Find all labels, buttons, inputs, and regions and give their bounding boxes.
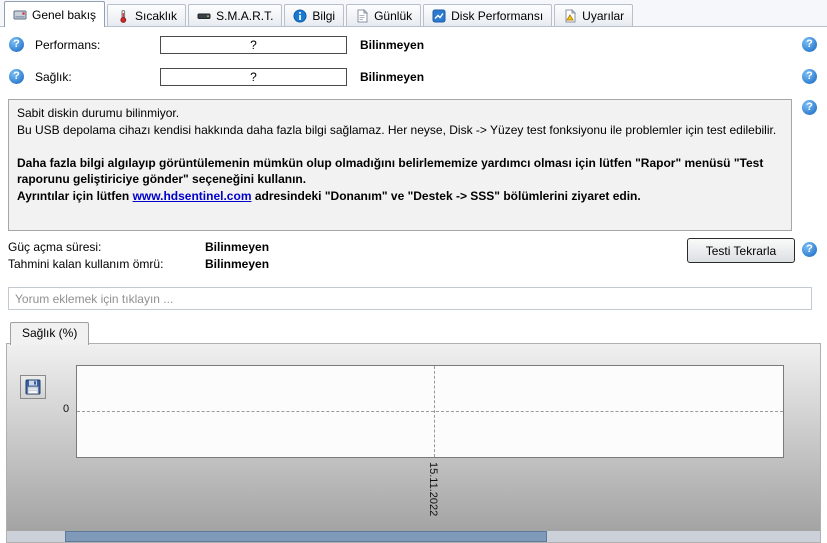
save-icon: [25, 379, 41, 395]
help-icon-performance-right[interactable]: ?: [802, 37, 817, 52]
hd-sentinel-overview-page: Genel bakış Sıcaklık S.M.A.R.T. Bilgi Gü…: [0, 0, 827, 543]
help-icon-health[interactable]: ?: [9, 69, 24, 84]
tab-health-percent[interactable]: Sağlık (%): [10, 322, 90, 345]
hdsentinel-link[interactable]: www.hdsentinel.com: [133, 189, 252, 203]
help-icon-info-box[interactable]: ?: [802, 100, 817, 115]
tab-smart[interactable]: S.M.A.R.T.: [188, 4, 283, 26]
tab-alerts[interactable]: Uyarılar: [554, 4, 634, 26]
x-axis-tick-date: 15.11.2022: [427, 462, 439, 517]
retest-button[interactable]: Testi Tekrarla: [687, 238, 795, 263]
health-chart: 0 15.11.2022: [6, 343, 821, 543]
tab-disk-performance-label: Disk Performansı: [451, 8, 544, 23]
thermometer-icon: [116, 9, 130, 23]
performance-chart-icon: [432, 9, 446, 23]
tab-bar: Genel bakış Sıcaklık S.M.A.R.T. Bilgi Gü…: [0, 0, 827, 27]
health-status: Bilinmeyen: [360, 70, 425, 84]
tab-overview-label: Genel bakış: [32, 7, 97, 22]
disk-status-info-box: Sabit diskin durumu bilinmiyor. Bu USB d…: [8, 99, 792, 231]
power-on-time-label: Güç açma süresi:: [8, 240, 102, 254]
info-line-2: Bu USB depolama cihazı kendisi hakkında …: [17, 122, 777, 137]
help-icon-health-right[interactable]: ?: [802, 69, 817, 84]
chart-scrollbar[interactable]: [7, 531, 820, 542]
performance-label: Performans:: [35, 38, 101, 52]
tab-information-label: Bilgi: [312, 8, 336, 23]
power-on-time-value: Bilinmeyen: [205, 240, 270, 254]
remaining-lifetime-value: Bilinmeyen: [205, 257, 270, 271]
smart-drive-icon: [197, 9, 211, 23]
performance-value-field[interactable]: ?: [160, 36, 347, 54]
tab-smart-label: S.M.A.R.T.: [216, 8, 274, 23]
info-line-4-pre: Ayrıntılar için lütfen: [17, 188, 133, 203]
tab-alerts-label: Uyarılar: [582, 8, 625, 23]
log-page-icon: [355, 8, 369, 23]
info-line-3: Daha fazla bilgi algılayıp görüntülemeni…: [17, 155, 764, 187]
health-label: Sağlık:: [35, 70, 72, 84]
date-gridline: [434, 366, 435, 457]
tab-log[interactable]: Günlük: [346, 4, 422, 26]
info-line-4-post: adresindeki "Donanım" ve "Destek -> SSS"…: [251, 188, 641, 203]
y-axis-tick-zero: 0: [63, 403, 70, 415]
tab-information[interactable]: Bilgi: [284, 4, 345, 26]
save-chart-button[interactable]: [20, 375, 46, 399]
tab-overview[interactable]: Genel bakış: [4, 1, 106, 27]
health-chart-plot: [76, 365, 784, 458]
remaining-lifetime-label: Tahmini kalan kullanım ömrü:: [8, 257, 164, 271]
info-line-1: Sabit diskin durumu bilinmiyor.: [17, 106, 180, 120]
alerts-page-icon: [563, 8, 577, 23]
chart-scrollbar-thumb[interactable]: [65, 531, 547, 542]
performance-status: Bilinmeyen: [360, 38, 425, 52]
tab-temperature[interactable]: Sıcaklık: [107, 4, 187, 26]
tab-log-label: Günlük: [374, 8, 413, 23]
help-icon-performance[interactable]: ?: [9, 37, 24, 52]
tab-temperature-label: Sıcaklık: [135, 8, 178, 23]
help-icon-retest[interactable]: ?: [802, 242, 817, 257]
overview-icon: [13, 8, 27, 22]
health-value-field[interactable]: ?: [160, 68, 347, 86]
info-line-4: Ayrıntılar için lütfen www.hdsentinel.co…: [17, 188, 783, 205]
zero-gridline: [77, 411, 783, 412]
info-icon: [293, 9, 307, 23]
tab-disk-performance[interactable]: Disk Performansı: [423, 4, 553, 26]
comment-input[interactable]: [8, 287, 812, 310]
